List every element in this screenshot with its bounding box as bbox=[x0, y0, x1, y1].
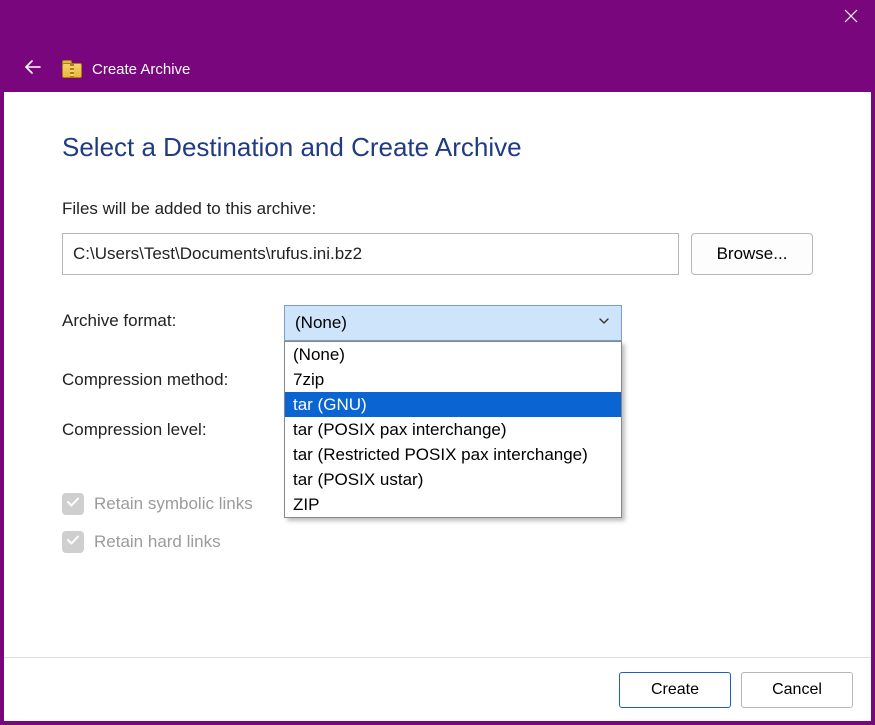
archive-format-dropdown: (None)7ziptar (GNU)tar (POSIX pax interc… bbox=[284, 341, 622, 518]
create-button[interactable]: Create bbox=[619, 672, 731, 708]
compression-method-label: Compression method: bbox=[62, 355, 284, 405]
window-title: Create Archive bbox=[92, 61, 190, 78]
archive-format-option[interactable]: ZIP bbox=[285, 492, 621, 517]
archive-format-selected-value: (None) bbox=[295, 313, 347, 333]
archive-format-option[interactable]: tar (POSIX pax interchange) bbox=[285, 417, 621, 442]
titlebar bbox=[0, 0, 875, 46]
page-heading: Select a Destination and Create Archive bbox=[62, 132, 813, 163]
checkmark-icon bbox=[66, 532, 80, 552]
archive-format-option[interactable]: tar (Restricted POSIX pax interchange) bbox=[285, 442, 621, 467]
archive-format-combobox[interactable]: (None) bbox=[284, 305, 622, 341]
archive-format-option[interactable]: (None) bbox=[285, 342, 621, 367]
files-added-label: Files will be added to this archive: bbox=[62, 199, 813, 219]
archive-path-input[interactable] bbox=[62, 233, 679, 275]
cancel-button[interactable]: Cancel bbox=[741, 672, 853, 708]
back-button[interactable] bbox=[22, 58, 44, 80]
retain-hard-links-row: Retain hard links bbox=[62, 523, 813, 561]
options-grid: Archive format: (None) (None)7ziptar (GN… bbox=[62, 305, 813, 455]
archive-format-option[interactable]: tar (GNU) bbox=[285, 392, 621, 417]
archive-format-option[interactable]: 7zip bbox=[285, 367, 621, 392]
destination-row: Browse... bbox=[62, 233, 813, 275]
browse-button[interactable]: Browse... bbox=[691, 233, 813, 275]
checkmark-icon bbox=[66, 494, 80, 514]
retain-hard-links-label: Retain hard links bbox=[94, 532, 221, 552]
retain-hard-links-checkbox bbox=[62, 531, 84, 553]
header-bar: Create Archive bbox=[0, 46, 875, 92]
archive-format-option[interactable]: tar (POSIX ustar) bbox=[285, 467, 621, 492]
archive-format-field: (None) (None)7ziptar (GNU)tar (POSIX pax… bbox=[284, 305, 622, 355]
create-archive-window: Create Archive Select a Destination and … bbox=[0, 0, 875, 725]
archive-folder-icon bbox=[62, 60, 82, 78]
close-icon bbox=[844, 9, 858, 28]
chevron-down-icon bbox=[597, 313, 611, 333]
archive-format-label: Archive format: bbox=[62, 305, 284, 355]
header-title-group: Create Archive bbox=[62, 60, 190, 78]
dialog-footer: Create Cancel bbox=[4, 657, 871, 721]
retain-symbolic-links-label: Retain symbolic links bbox=[94, 494, 253, 514]
compression-level-label: Compression level: bbox=[62, 405, 284, 455]
window-close-button[interactable] bbox=[827, 0, 875, 36]
retain-symbolic-links-checkbox bbox=[62, 493, 84, 515]
content-area: Select a Destination and Create Archive … bbox=[4, 92, 871, 721]
arrow-left-icon bbox=[23, 57, 43, 82]
